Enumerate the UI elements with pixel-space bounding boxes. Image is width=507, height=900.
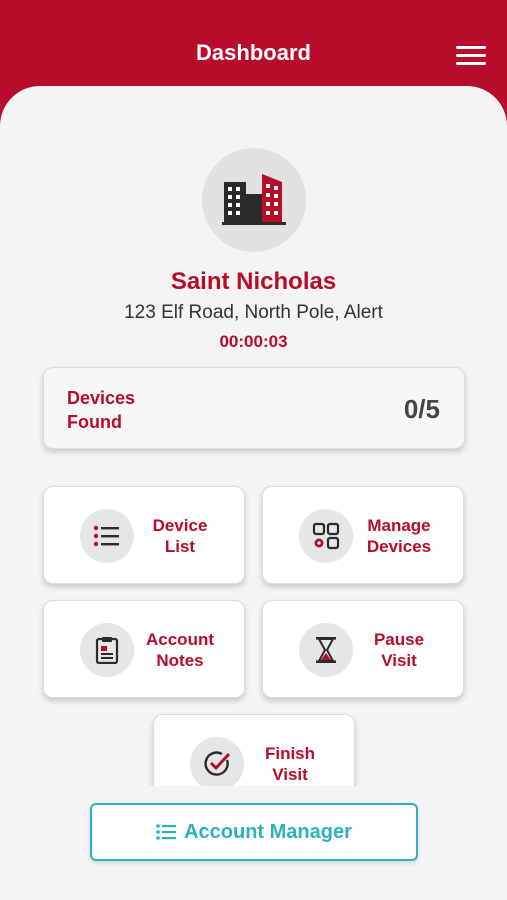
- page-title: Dashboard: [196, 40, 311, 65]
- devices-found-count: 0/5: [403, 394, 440, 424]
- device-list-label: Device List: [152, 516, 208, 556]
- account-manager-button[interactable]: Account Manager: [90, 803, 418, 861]
- devices-found-card: Devices Found 0/5: [43, 367, 465, 449]
- account-notes-button[interactable]: Account Notes: [43, 600, 245, 698]
- account-manager-label: Account Manager: [184, 820, 352, 843]
- site-name: Saint Nicholas: [170, 268, 337, 295]
- devices-found-label: Devices Found: [67, 388, 136, 432]
- device-list-button[interactable]: Device List: [43, 486, 245, 584]
- pause-visit-label: Pause Visit: [373, 630, 425, 670]
- apps-gear-icon: [312, 522, 340, 550]
- building-icon: [222, 174, 286, 225]
- checkmark-circle-icon: [204, 751, 231, 776]
- list-icon: [93, 525, 119, 547]
- manage-devices-label: Manage Devices: [366, 516, 432, 556]
- visit-timer: 00:00:03: [219, 332, 288, 351]
- manage-devices-button[interactable]: Manage Devices: [262, 486, 464, 584]
- hamburger-menu-icon[interactable]: [456, 44, 486, 68]
- hourglass-icon: [316, 637, 336, 663]
- list-icon: [156, 824, 177, 840]
- account-notes-label: Account Notes: [146, 630, 214, 670]
- site-address: 123 Elf Road, North Pole, Alert: [124, 302, 383, 323]
- site-avatar: [202, 148, 306, 252]
- finish-visit-label: Finish Visit: [264, 744, 316, 784]
- dashboard-content: Saint Nicholas 123 Elf Road, North Pole,…: [0, 86, 507, 786]
- finish-visit-button[interactable]: Finish Visit: [153, 714, 355, 786]
- clipboard-icon: [95, 637, 119, 664]
- pause-visit-button[interactable]: Pause Visit: [262, 600, 464, 698]
